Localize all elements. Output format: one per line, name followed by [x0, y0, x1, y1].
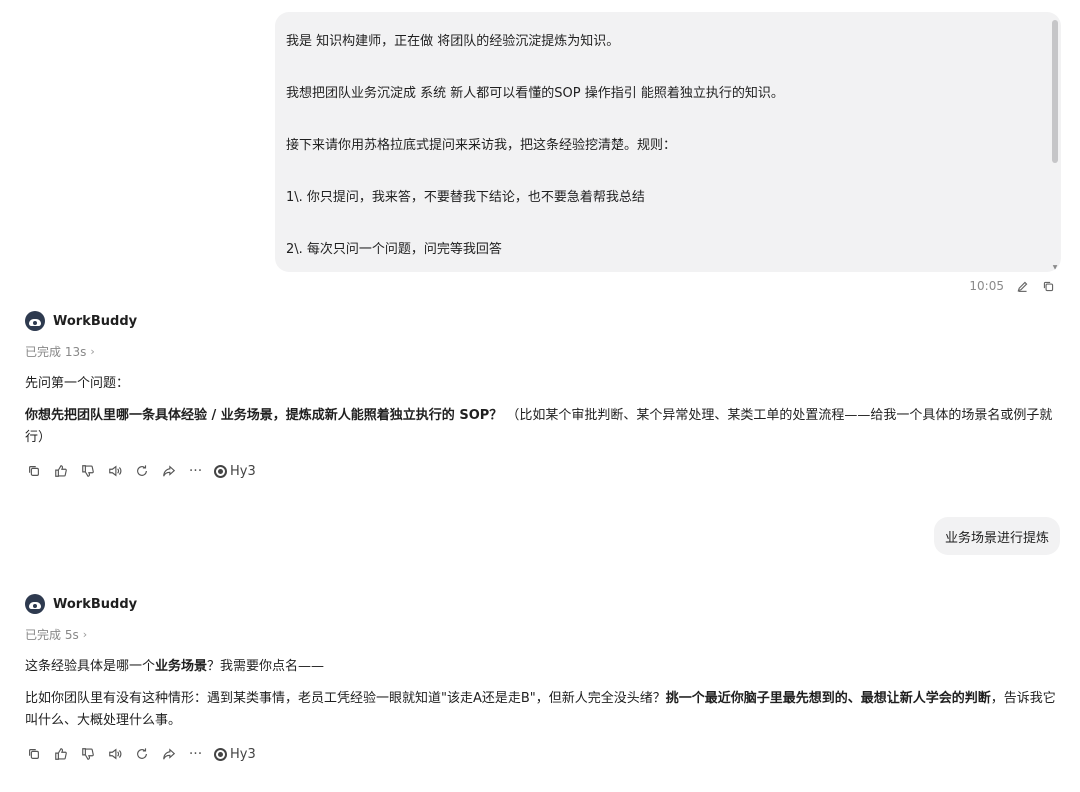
assistant-header: WorkBuddy	[25, 593, 1060, 615]
model-badge[interactable]: Hy3	[214, 747, 256, 762]
model-badge[interactable]: Hy3	[214, 464, 256, 479]
bold-question: 你想先把团队里哪一条具体经验 / 业务场景，提炼成新人能照着独立执行的 SOP？	[25, 408, 503, 423]
completion-status[interactable]: 已完成 5s ›	[25, 626, 1060, 642]
user-message-line: 我想把团队业务沉淀成 系统 新人都可以看懂的SOP 操作指引 能照着独立执行的知…	[286, 86, 784, 101]
refresh-icon[interactable]	[133, 746, 150, 763]
copy-icon[interactable]	[1040, 278, 1056, 294]
workbuddy-avatar-icon	[25, 311, 45, 331]
speaker-icon[interactable]	[106, 746, 123, 763]
paragraph-text: 这条经验具体是哪一个	[25, 659, 156, 674]
assistant-paragraph: 这条经验具体是哪一个业务场景？我需要你点名——	[25, 656, 1060, 678]
user-message-text: 业务场景进行提炼	[944, 530, 1049, 546]
assistant-name: WorkBuddy	[53, 596, 138, 612]
refresh-icon[interactable]	[133, 463, 150, 480]
message-actions: ··· Hy3	[25, 462, 1060, 480]
bold-instruction: 挑一个最近你脑子里最先想到的、最想让新人学会的判断	[665, 691, 991, 706]
model-name: Hy3	[230, 746, 256, 762]
thumbs-up-icon[interactable]	[52, 746, 69, 763]
chat-page: 我是 知识构建师，正在做 将团队的经验沉淀提炼为知识。 我想把团队业务沉淀成 系…	[0, 0, 1080, 792]
assistant-paragraph: 比如你团队里有没有这种情形：遇到某类事情，老员工凭经验一眼就知道"该走A还是走B…	[25, 688, 1060, 732]
scroll-down-arrow-icon[interactable]: ▼	[1052, 265, 1058, 271]
paragraph-text: ？我需要你点名——	[207, 659, 325, 674]
bold-term: 业务场景	[155, 659, 208, 674]
assistant-message: WorkBuddy 已完成 5s › 这条经验具体是哪一个业务场景？我需要你点名…	[25, 593, 1060, 763]
more-icon[interactable]: ···	[187, 463, 204, 480]
share-icon[interactable]	[160, 746, 177, 763]
scrollbar-thumb[interactable]	[1052, 20, 1058, 163]
assistant-paragraph: 先问第一个问题：	[25, 376, 130, 391]
thumbs-down-icon[interactable]	[79, 463, 96, 480]
thumbs-down-icon[interactable]	[79, 746, 96, 763]
user-message-line: 1\. 你只提问，我来答，不要替我下结论，也不要急着帮我总结	[286, 190, 645, 205]
workbuddy-avatar-icon	[25, 594, 45, 614]
copy-icon[interactable]	[25, 463, 42, 480]
assistant-header: WorkBuddy	[25, 310, 1060, 332]
user-message-bubble: 我是 知识构建师，正在做 将团队的经验沉淀提炼为知识。 我想把团队业务沉淀成 系…	[275, 12, 1061, 272]
message-scrollbar[interactable]: ▼	[1052, 16, 1058, 271]
chevron-right-icon: ›	[90, 344, 95, 358]
message-meta: 10:05	[969, 278, 1056, 294]
user-message-line: 2\. 每次只问一个问题，问完等我回答	[286, 242, 502, 257]
thumbs-up-icon[interactable]	[52, 463, 69, 480]
copy-icon[interactable]	[25, 746, 42, 763]
status-text: 已完成 13s	[25, 344, 87, 359]
more-icon[interactable]: ···	[187, 746, 204, 763]
user-message-line: 接下来请你用苏格拉底式提问来采访我，把这条经验挖清楚。规则：	[286, 138, 677, 153]
model-name: Hy3	[230, 463, 256, 479]
hy3-logo-icon	[214, 747, 227, 761]
message-actions: ··· Hy3	[25, 745, 1060, 763]
speaker-icon[interactable]	[106, 463, 123, 480]
edit-icon[interactable]	[1014, 278, 1030, 294]
chevron-right-icon: ›	[82, 627, 88, 641]
user-message-bubble: 业务场景进行提炼	[933, 517, 1060, 555]
completion-status[interactable]: 已完成 13s ›	[25, 343, 1060, 359]
status-text: 已完成 5s	[25, 627, 79, 642]
assistant-message: WorkBuddy 已完成 13s › 先问第一个问题： 你想先把团队里哪一条具…	[25, 310, 1060, 480]
message-time: 10:05	[969, 279, 1004, 293]
user-message-line: 我是 知识构建师，正在做 将团队的经验沉淀提炼为知识。	[286, 34, 620, 49]
share-icon[interactable]	[160, 463, 177, 480]
assistant-paragraph: 你想先把团队里哪一条具体经验 / 业务场景，提炼成新人能照着独立执行的 SOP？…	[25, 405, 1060, 449]
hy3-logo-icon	[214, 464, 227, 478]
assistant-name: WorkBuddy	[53, 313, 138, 329]
paragraph-text: 比如你团队里有没有这种情形：遇到某类事情，老员工凭经验一眼就知道"该走A还是走B…	[25, 691, 666, 706]
